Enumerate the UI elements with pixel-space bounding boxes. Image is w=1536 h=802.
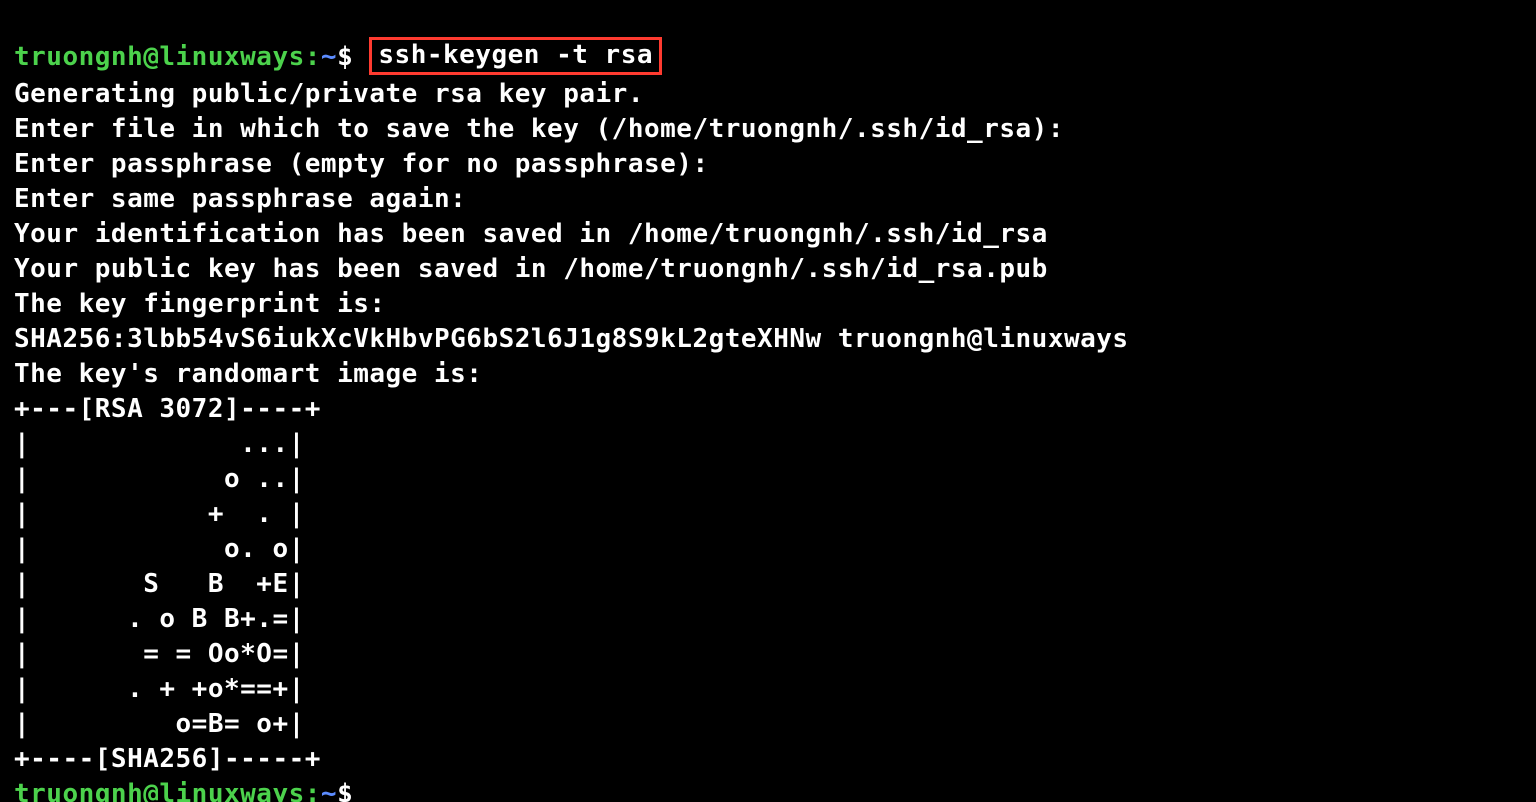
randomart-line: | o. o| [14, 534, 305, 564]
prompt-user: truongnh@linuxways [14, 42, 305, 72]
output-line: Enter same passphrase again: [14, 184, 466, 214]
prompt-path: ~ [321, 779, 337, 802]
randomart-line: | ...| [14, 429, 305, 459]
terminal-output[interactable]: truongnh@linuxways:~$ ssh-keygen -t rsa … [0, 0, 1536, 802]
prompt-line-1: truongnh@linuxways:~$ ssh-keygen -t rsa [14, 42, 662, 72]
prompt-user: truongnh@linuxways [14, 779, 305, 802]
randomart-line: | S B +E| [14, 569, 305, 599]
output-line: Enter file in which to save the key (/ho… [14, 114, 1064, 144]
prompt-sep: : [305, 779, 321, 802]
randomart-line: | . o B B+.=| [14, 604, 305, 634]
output-line: The key's randomart image is: [14, 359, 482, 389]
randomart-line: | o ..| [14, 464, 305, 494]
randomart-line: +----[SHA256]-----+ [14, 744, 321, 774]
command-highlight-box: ssh-keygen -t rsa [369, 37, 662, 75]
randomart-line: | = = Oo*O=| [14, 639, 305, 669]
output-line: Enter passphrase (empty for no passphras… [14, 149, 709, 179]
prompt-path: ~ [321, 42, 337, 72]
output-line: Generating public/private rsa key pair. [14, 79, 644, 109]
output-line: SHA256:3lbb54vS6iukXcVkHbvPG6bS2l6J1g8S9… [14, 324, 1129, 354]
output-line: Your identification has been saved in /h… [14, 219, 1048, 249]
prompt-line-2[interactable]: truongnh@linuxways:~$ [14, 779, 353, 802]
prompt-sep: : [305, 42, 321, 72]
prompt-dollar: $ [337, 42, 353, 72]
output-line: Your public key has been saved in /home/… [14, 254, 1048, 284]
randomart-line: | + . | [14, 499, 305, 529]
prompt-dollar: $ [337, 779, 353, 802]
randomart-line: +---[RSA 3072]----+ [14, 394, 321, 424]
command-text: ssh-keygen -t rsa [378, 40, 653, 70]
randomart-line: | o=B= o+| [14, 709, 305, 739]
randomart-line: | . + +o*==+| [14, 674, 305, 704]
output-line: The key fingerprint is: [14, 289, 386, 319]
